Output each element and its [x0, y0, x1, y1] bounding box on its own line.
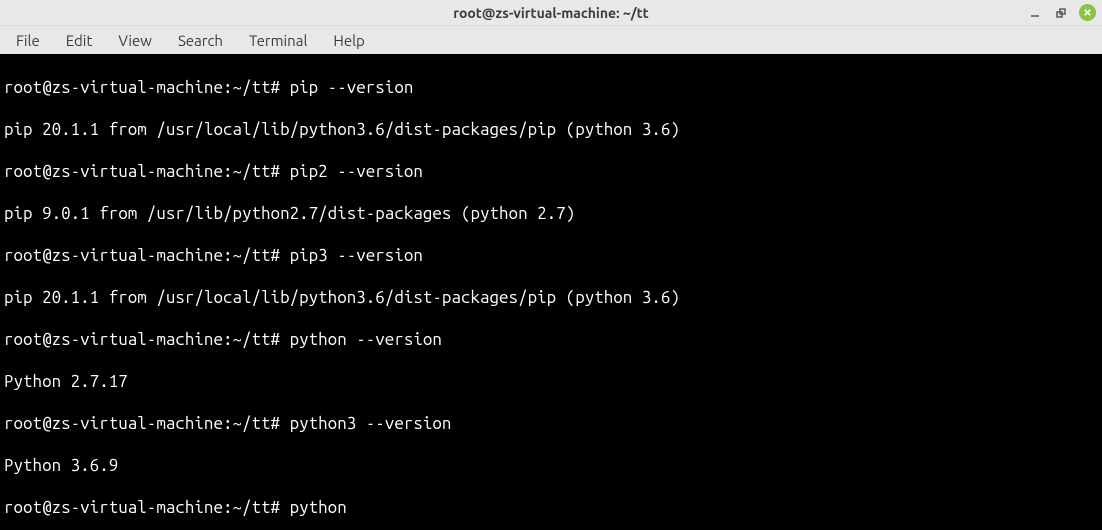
terminal-line: root@zs-virtual-machine:~/tt# python [4, 497, 1098, 518]
terminal-line: Python 3.6.9 [4, 455, 1098, 476]
window-titlebar: root@zs-virtual-machine: ~/tt [0, 0, 1102, 26]
minimize-icon [1030, 8, 1040, 18]
menu-file[interactable]: File [4, 28, 52, 53]
menu-terminal[interactable]: Terminal [237, 28, 319, 53]
terminal-line: root@zs-virtual-machine:~/tt# python3 --… [4, 413, 1098, 434]
terminal-line: pip 20.1.1 from /usr/local/lib/python3.6… [4, 119, 1098, 140]
close-button[interactable] [1079, 4, 1096, 21]
terminal-line: root@zs-virtual-machine:~/tt# pip2 --ver… [4, 161, 1098, 182]
menubar: File Edit View Search Terminal Help [0, 26, 1102, 54]
menu-help[interactable]: Help [321, 28, 376, 53]
close-icon [1083, 8, 1092, 17]
menu-edit[interactable]: Edit [54, 28, 105, 53]
maximize-icon [1056, 8, 1066, 18]
window-title: root@zs-virtual-machine: ~/tt [453, 5, 648, 21]
terminal-line: root@zs-virtual-machine:~/tt# python --v… [4, 329, 1098, 350]
terminal-line: root@zs-virtual-machine:~/tt# pip3 --ver… [4, 245, 1098, 266]
terminal-line: root@zs-virtual-machine:~/tt# pip --vers… [4, 77, 1098, 98]
window-controls [1027, 4, 1096, 21]
maximize-button[interactable] [1053, 5, 1069, 21]
menu-view[interactable]: View [106, 28, 164, 53]
minimize-button[interactable] [1027, 5, 1043, 21]
terminal-body[interactable]: root@zs-virtual-machine:~/tt# pip --vers… [0, 54, 1102, 530]
menu-search[interactable]: Search [166, 28, 235, 53]
terminal-line: pip 20.1.1 from /usr/local/lib/python3.6… [4, 287, 1098, 308]
terminal-line: Python 2.7.17 [4, 371, 1098, 392]
terminal-line: pip 9.0.1 from /usr/lib/python2.7/dist-p… [4, 203, 1098, 224]
